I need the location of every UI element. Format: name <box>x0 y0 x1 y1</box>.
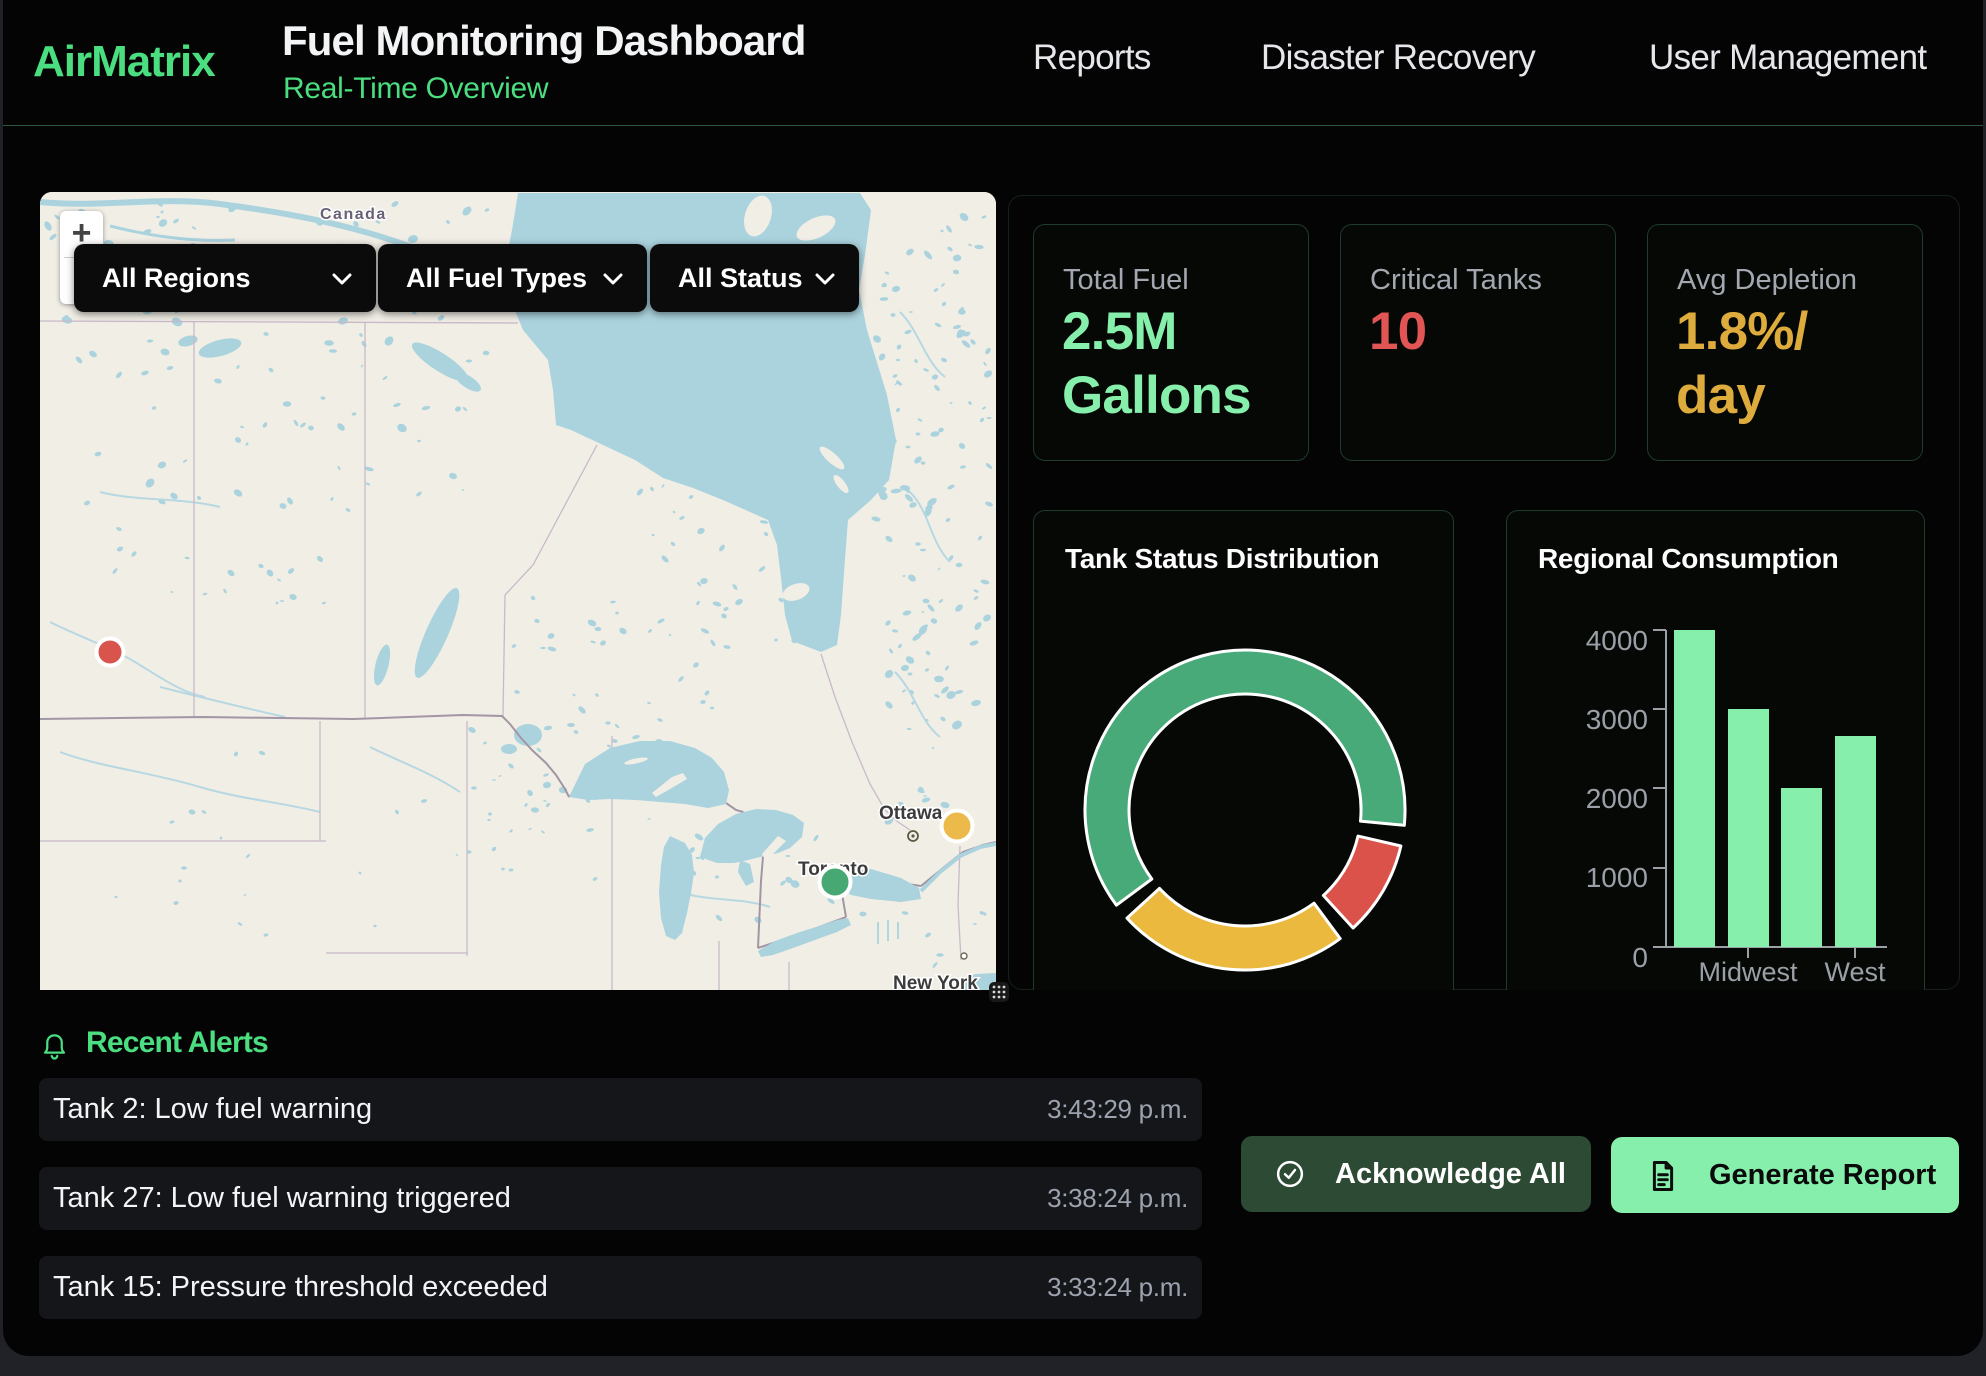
svg-text:4000: 4000 <box>1586 625 1648 656</box>
svg-text:Midwest: Midwest <box>1698 957 1798 987</box>
svg-text:1000: 1000 <box>1586 862 1648 893</box>
svg-text:0: 0 <box>1632 942 1648 973</box>
svg-text:West: West <box>1824 957 1886 987</box>
svg-text:Canada: Canada <box>320 206 387 223</box>
svg-text:2000: 2000 <box>1586 783 1648 814</box>
svg-text:3000: 3000 <box>1586 704 1648 735</box>
